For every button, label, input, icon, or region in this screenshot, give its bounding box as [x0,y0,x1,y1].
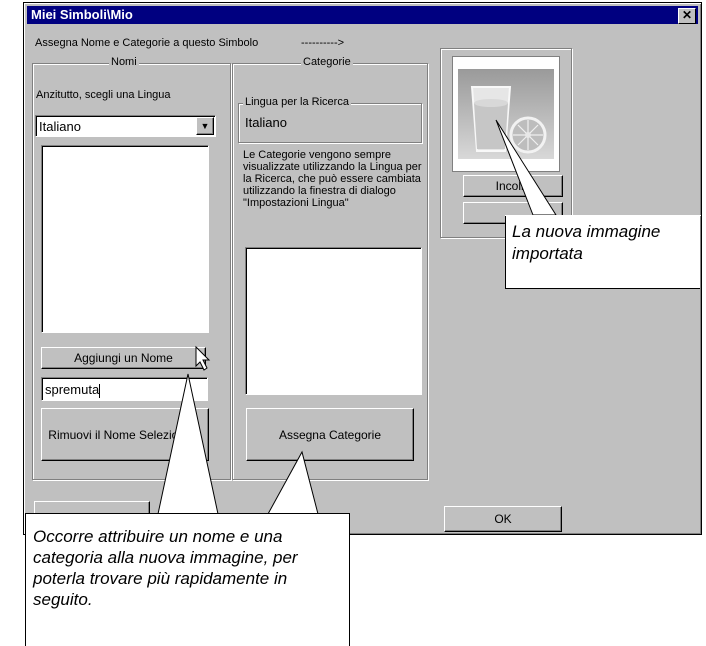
image-callout-text: La nuova immagine importata [512,222,661,263]
name-callout: Occorre attribuire un nome e una categor… [25,513,350,646]
image-callout: La nuova immagine importata [505,215,700,289]
image-callout-cover [505,215,701,216]
name-callout-text: Occorre attribuire un nome e una categor… [33,527,298,609]
